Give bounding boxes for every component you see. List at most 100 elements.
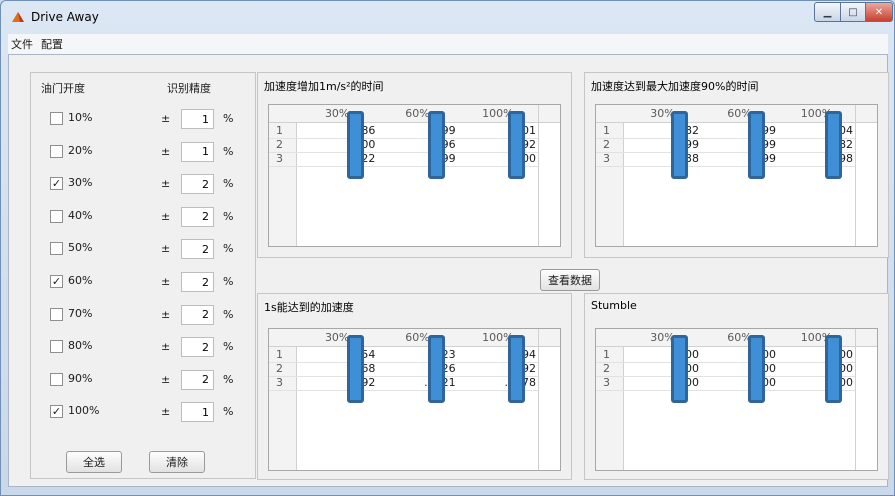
data-table[interactable]: 30% 60% 100% 1 86 399 401 2 00 596 992 3 22 199 600 bbox=[268, 104, 561, 247]
plusminus-label: ± bbox=[161, 372, 171, 386]
column-header[interactable]: 100% bbox=[778, 331, 855, 344]
precision-header: 识别精度 bbox=[167, 82, 211, 95]
minimize-button[interactable]: ▁ bbox=[814, 2, 841, 22]
title-bar: Drive Away ▁ □ ✕ bbox=[1, 1, 894, 33]
data-table[interactable]: 30%60%100%1546234942684266923...92...721… bbox=[268, 328, 561, 471]
view-data-button[interactable]: 查看数据 bbox=[540, 269, 600, 291]
throttle-checkbox[interactable]: ✓ bbox=[50, 405, 63, 419]
throttle-checkbox[interactable] bbox=[50, 372, 63, 386]
row-number-column bbox=[596, 105, 624, 246]
row-number: 2 bbox=[276, 362, 283, 375]
row-number: 2 bbox=[603, 138, 610, 151]
throttle-label: 70% bbox=[68, 306, 93, 320]
percent-label: % bbox=[223, 275, 234, 288]
row-number: 3 bbox=[276, 376, 283, 389]
row-divider bbox=[596, 166, 855, 167]
clear-button[interactable]: 清除 bbox=[149, 451, 205, 473]
maximize-button[interactable]: □ bbox=[840, 2, 866, 22]
throttle-checkbox[interactable] bbox=[50, 307, 63, 321]
column-divider bbox=[855, 105, 856, 246]
overlay-marker bbox=[508, 111, 525, 179]
plusminus-label: ± bbox=[161, 242, 171, 256]
row-number: 1 bbox=[603, 348, 610, 361]
throttle-option-row: 50% ±% bbox=[31, 239, 256, 261]
overlay-marker bbox=[427, 111, 445, 179]
column-header[interactable]: 100% bbox=[458, 107, 538, 120]
overlay-marker bbox=[671, 111, 688, 179]
close-button[interactable]: ✕ bbox=[865, 2, 893, 22]
plusminus-label: ± bbox=[161, 144, 171, 158]
table-panel-3: 1s能达到的加速度 30%60%100%1546234942684266923.… bbox=[257, 293, 572, 480]
column-header[interactable]: 60% bbox=[701, 331, 778, 344]
column-header[interactable]: 30% bbox=[297, 331, 377, 344]
precision-input[interactable] bbox=[181, 304, 214, 325]
throttle-checkbox[interactable]: ✓ bbox=[50, 177, 63, 191]
overlay-marker bbox=[748, 111, 765, 179]
table-panel-4: Stumble 30% 60% 100% 1 00 500 400 2 00 300 700 3 00 3… bbox=[584, 293, 889, 480]
precision-input[interactable] bbox=[181, 206, 214, 227]
row-number: 3 bbox=[276, 152, 283, 165]
menu-file[interactable]: 文件 bbox=[11, 36, 33, 52]
precision-input[interactable] bbox=[181, 174, 214, 195]
column-header[interactable]: 60% bbox=[377, 331, 457, 344]
throttle-label: 10% bbox=[68, 111, 93, 124]
throttle-label: 30% bbox=[68, 176, 93, 190]
overlay-marker bbox=[427, 335, 445, 403]
data-table[interactable]: 30% 60% 100% 1 00 500 400 2 00 300 700 3 00 300 300 bbox=[595, 328, 878, 471]
throttle-checkbox[interactable] bbox=[50, 340, 63, 354]
overlay-marker bbox=[347, 335, 365, 403]
column-header[interactable]: 100% bbox=[458, 331, 538, 344]
throttle-checkbox[interactable] bbox=[50, 209, 63, 223]
throttle-checkbox[interactable] bbox=[50, 144, 63, 158]
throttle-option-row: 70% ±% bbox=[31, 304, 256, 327]
throttle-option-row: 80% ±% bbox=[31, 337, 256, 359]
row-divider bbox=[269, 166, 538, 167]
precision-input[interactable] bbox=[181, 239, 214, 260]
data-table[interactable]: 30% 60% 100% 1 82 799 204 2 99 399 982 3 38 199 398 bbox=[595, 104, 878, 247]
column-header[interactable]: 30% bbox=[624, 331, 701, 344]
panel-title: 加速度达到最大加速度90%的时间 bbox=[591, 80, 759, 93]
row-number-column bbox=[596, 329, 624, 470]
plusminus-label: ± bbox=[161, 340, 171, 354]
plusminus-label: ± bbox=[161, 307, 171, 321]
throttle-checkbox[interactable] bbox=[50, 112, 63, 125]
precision-input[interactable] bbox=[181, 109, 214, 129]
percent-label: % bbox=[223, 405, 234, 419]
throttle-checkbox[interactable]: ✓ bbox=[50, 275, 63, 288]
column-header[interactable]: 60% bbox=[377, 107, 457, 120]
column-header[interactable]: 60% bbox=[701, 107, 778, 120]
percent-label: % bbox=[223, 209, 234, 223]
precision-input[interactable] bbox=[181, 337, 214, 358]
row-number: 2 bbox=[603, 362, 610, 375]
overlay-marker bbox=[748, 335, 765, 403]
column-header[interactable]: 100% bbox=[778, 107, 855, 120]
table-panel-1: 加速度增加1m/s²的时间 30% 60% 100% 1 86 399 401 2 00 596 9… bbox=[257, 72, 572, 258]
overlay-marker bbox=[825, 111, 842, 179]
overlay-marker bbox=[671, 335, 688, 403]
column-divider bbox=[855, 329, 856, 470]
column-header[interactable]: 30% bbox=[297, 107, 377, 120]
client-area: 油门开度 识别精度 10% ±% 20% ±% ✓ 30% ±% 40% ±% 50% ±% ✓ 60%… bbox=[8, 54, 889, 487]
throttle-option-row: 10% ±% bbox=[31, 109, 256, 131]
row-divider bbox=[269, 390, 538, 391]
row-number: 1 bbox=[276, 124, 283, 137]
percent-label: % bbox=[223, 242, 234, 256]
row-number: 2 bbox=[276, 138, 283, 151]
panel-title: Stumble bbox=[591, 299, 637, 312]
precision-input[interactable] bbox=[181, 272, 214, 292]
throttle-option-row: ✓ 100% ±% bbox=[31, 402, 256, 424]
throttle-checkbox[interactable] bbox=[50, 242, 63, 256]
throttle-header: 油门开度 bbox=[41, 82, 85, 95]
percent-label: % bbox=[223, 144, 234, 158]
throttle-option-row: 20% ±% bbox=[31, 141, 256, 164]
precision-input[interactable] bbox=[181, 369, 214, 390]
throttle-option-row: ✓ 60% ±% bbox=[31, 272, 256, 294]
precision-input[interactable] bbox=[181, 402, 214, 423]
precision-input[interactable] bbox=[181, 141, 214, 162]
plusminus-label: ± bbox=[161, 209, 171, 223]
column-divider bbox=[538, 329, 539, 470]
row-number: 1 bbox=[276, 348, 283, 361]
select-all-button[interactable]: 全选 bbox=[66, 451, 122, 473]
column-header[interactable]: 30% bbox=[624, 107, 701, 120]
menu-config[interactable]: 配置 bbox=[41, 36, 63, 52]
